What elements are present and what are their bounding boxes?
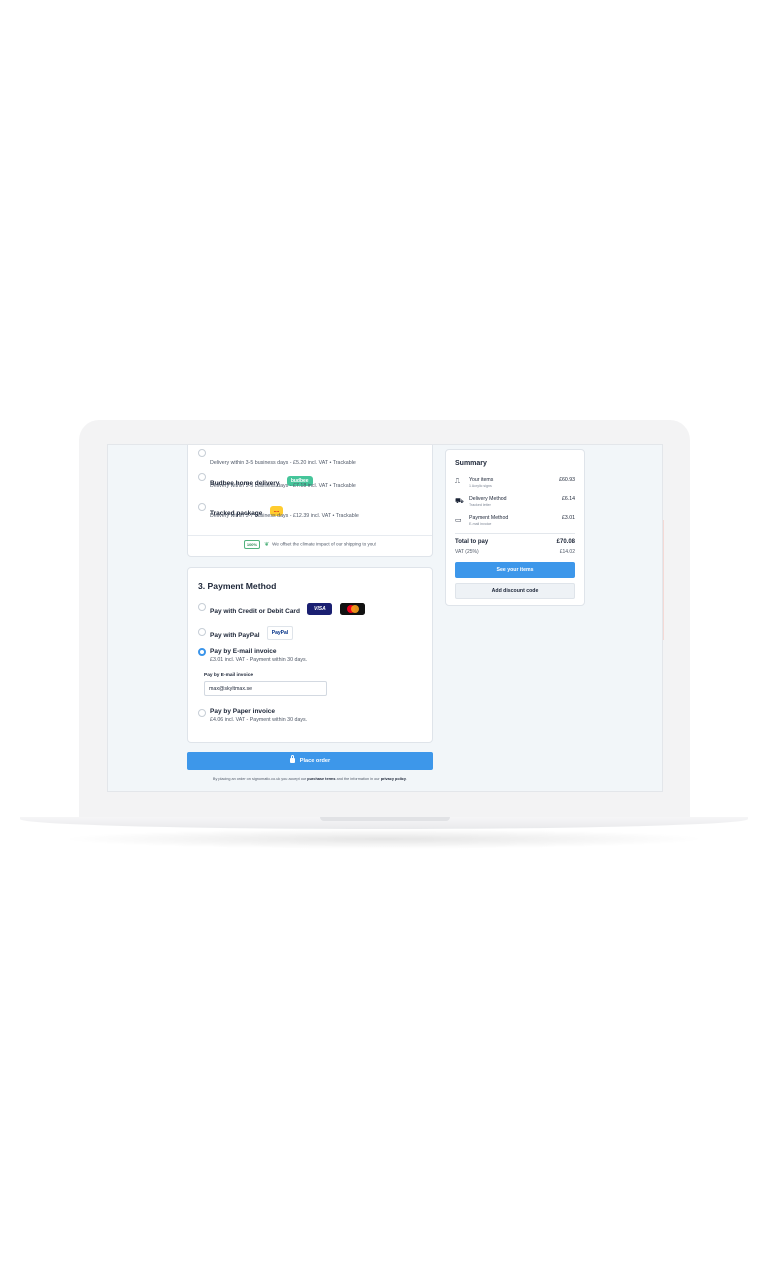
- delivery-divider: [188, 535, 432, 536]
- email-invoice-input[interactable]: [204, 681, 327, 696]
- vat-value: £14.02: [559, 549, 575, 555]
- mastercard-logo-icon: [339, 602, 365, 615]
- total-value: £70.08: [556, 539, 575, 545]
- delivery-radio-budbee[interactable]: [198, 473, 206, 481]
- add-discount-code-button[interactable]: Add discount code: [455, 583, 575, 599]
- payment-option-email-subtitle: £3.01 incl. VAT - Payment within 30 days…: [210, 657, 308, 663]
- truck-icon: ⛟: [455, 498, 464, 505]
- order-summary-card: Summary ⎍ Your items 1 Acrylic signs £60…: [445, 449, 585, 606]
- delivery-method-card: Delivery within 3-5 business days - £5.2…: [187, 445, 433, 557]
- box-icon: ⎍: [455, 478, 460, 485]
- see-your-items-button[interactable]: See your items: [455, 562, 575, 578]
- place-order-label: Place order: [299, 758, 331, 764]
- summary-row-payment: ▭ Payment Method E-mail invoice £3.01: [455, 515, 575, 531]
- payment-section-title: 3. Payment Method: [198, 581, 277, 591]
- summary-title: Summary: [455, 460, 487, 467]
- summary-payment-sub: E-mail invoice: [469, 522, 492, 526]
- total-label: Total to pay: [455, 539, 489, 545]
- terms-middle: and the information in our: [335, 777, 381, 781]
- climate-badge: 100%: [243, 540, 261, 549]
- laptop-shadow: [60, 829, 708, 849]
- paypal-logo-icon: PayPal: [266, 625, 293, 640]
- email-invoice-field-label: Pay by E-mail invoice: [204, 673, 254, 678]
- leaf-icon: ❦: [264, 541, 270, 548]
- vat-label: VAT (25%): [455, 549, 479, 555]
- payment-option-paypal-title: Pay with PayPal: [210, 632, 260, 639]
- summary-delivery-label: Delivery Method: [469, 496, 507, 502]
- laptop-base-notch: [320, 817, 450, 821]
- terms-notice: By placing an order on signomatic.co.uk …: [187, 777, 433, 781]
- place-order-button[interactable]: Place order: [187, 752, 433, 770]
- credit-card-icon: ▭: [455, 517, 462, 524]
- terms-prefix: By placing an order on signomatic.co.uk …: [212, 777, 308, 781]
- lock-icon: [289, 755, 295, 763]
- summary-items-value: £60.93: [559, 477, 575, 483]
- delivery-option-budbee-subtitle: Delivery within 3-5 business days - £7.1…: [210, 483, 356, 489]
- payment-radio-paper-invoice[interactable]: [198, 709, 206, 717]
- summary-row-items: ⎍ Your items 1 Acrylic signs £60.93: [455, 477, 575, 493]
- climate-offset-note: 100% ❦ We offset the climate impact of our…: [188, 540, 432, 549]
- delivery-option-tracked-subtitle: Delivery within 3-7 business days - £12.…: [210, 513, 359, 519]
- payment-radio-paypal[interactable]: [198, 628, 206, 636]
- payment-option-paper-subtitle: £4.06 incl. VAT - Payment within 30 days…: [210, 717, 308, 723]
- summary-delivery-sub: Tracked letter: [469, 503, 491, 507]
- summary-payment-label: Payment Method: [469, 515, 509, 521]
- payment-radio-card[interactable]: [198, 603, 206, 611]
- delivery-radio-tracked[interactable]: [198, 503, 206, 511]
- privacy-policy-link[interactable]: privacy policy: [381, 777, 406, 781]
- terms-suffix: .: [406, 777, 408, 781]
- delivery-option-standard-subtitle: Delivery within 3-5 business days - £5.2…: [210, 460, 356, 466]
- summary-delivery-value: £6.14: [562, 496, 575, 502]
- summary-items-label: Your items: [469, 477, 494, 483]
- summary-row-delivery: ⛟ Delivery Method Tracked letter £6.14: [455, 496, 575, 512]
- payment-option-paper-title: Pay by Paper invoice: [210, 708, 276, 715]
- payment-option-card-title: Pay with Credit or Debit Card: [210, 608, 300, 615]
- summary-items-sub: 1 Acrylic signs: [469, 484, 492, 488]
- visa-logo-icon: VISA: [307, 602, 333, 615]
- delivery-radio-standard[interactable]: [198, 449, 206, 457]
- purchase-terms-link[interactable]: purchase terms: [307, 777, 335, 781]
- payment-option-email-title: Pay by E-mail invoice: [210, 648, 277, 655]
- climate-offset-text: We offset the climate impact of our ship…: [272, 541, 377, 547]
- summary-payment-value: £3.01: [562, 515, 575, 521]
- laptop-screen: Delivery within 3-5 business days - £5.2…: [107, 444, 663, 792]
- payment-method-card: 3. Payment Method Pay with Credit or Deb…: [187, 567, 433, 743]
- payment-radio-email-invoice[interactable]: [198, 648, 206, 656]
- summary-divider: [455, 533, 575, 534]
